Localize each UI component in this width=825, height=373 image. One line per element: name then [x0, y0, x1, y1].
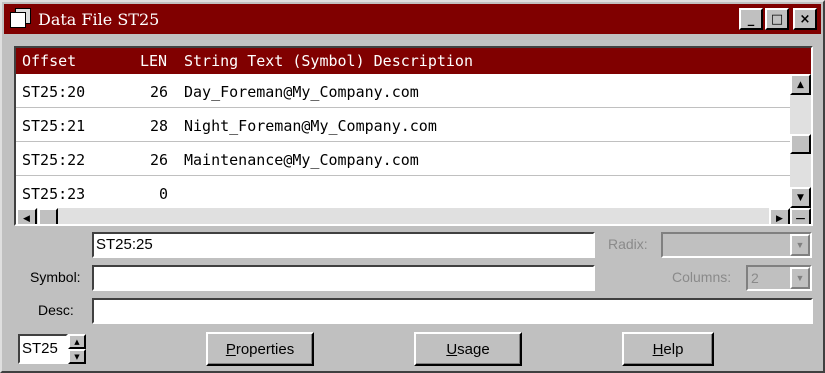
address-field[interactable]: ST25:25: [92, 232, 595, 258]
columns-select: 2 ▼: [746, 265, 812, 291]
arrow-up-icon: ▲: [74, 337, 80, 346]
column-header-string-text[interactable]: String Text (Symbol) Description: [184, 52, 473, 70]
spin-up-button[interactable]: ▲: [68, 334, 86, 349]
maximize-icon: □: [770, 11, 784, 27]
spin-down-button[interactable]: ▼: [68, 349, 86, 364]
properties-button[interactable]: Properties: [206, 332, 314, 366]
symbol-label: Symbol:: [30, 269, 81, 285]
close-button[interactable]: ×: [793, 8, 817, 30]
close-icon: ×: [799, 11, 811, 27]
columns-value: 2: [751, 270, 759, 286]
minimize-icon: _: [747, 11, 755, 27]
minus-icon: −: [794, 210, 807, 226]
vertical-scroll-thumb[interactable]: [790, 134, 811, 154]
columns-dropdown-button: ▼: [790, 267, 810, 289]
arrow-down-icon: ▼: [74, 352, 80, 361]
data-file-window: Data File ST25 _ □ × Offset LEN String T…: [0, 0, 825, 373]
data-grid[interactable]: Offset LEN String Text (Symbol) Descript…: [14, 46, 813, 226]
title-bar[interactable]: Data File ST25 _ □ ×: [4, 4, 821, 34]
row-len: 26: [149, 83, 168, 101]
grid-header: Offset LEN String Text (Symbol) Descript…: [16, 48, 811, 74]
scroll-right-button[interactable]: ▶: [769, 208, 790, 224]
table-row[interactable]: ST25:20 26 Day_Foreman@My_Company.com: [16, 74, 790, 108]
symbol-field[interactable]: [92, 265, 595, 291]
file-number-field[interactable]: ST25: [18, 334, 68, 364]
row-len: 26: [149, 151, 168, 169]
file-spinner[interactable]: ▲ ▼: [68, 334, 86, 364]
radix-select: ▼: [661, 232, 812, 258]
chevron-down-icon: ▼: [795, 240, 805, 250]
table-row[interactable]: ST25:23 0: [16, 176, 790, 208]
scroll-left-button[interactable]: ◀: [16, 208, 37, 224]
desc-field[interactable]: [92, 298, 813, 324]
split-view-button[interactable]: −: [790, 208, 811, 226]
chevron-down-icon: ▼: [795, 273, 805, 283]
scroll-up-button[interactable]: ▲: [790, 74, 811, 95]
radix-label: Radix:: [608, 236, 648, 252]
row-offset: ST25:22: [22, 151, 86, 169]
row-offset: ST25:21: [22, 117, 86, 135]
horizontal-scroll-thumb[interactable]: [38, 208, 58, 224]
properties-hotkey: P: [225, 340, 236, 358]
maximize-button[interactable]: □: [765, 8, 789, 30]
row-len: 28: [149, 117, 168, 135]
minimize-button[interactable]: _: [739, 8, 763, 30]
usage-label: sage: [457, 340, 490, 358]
window-title: Data File ST25: [38, 9, 160, 29]
arrow-down-icon: ▼: [797, 192, 804, 203]
help-button[interactable]: Help: [622, 332, 714, 366]
columns-label: Columns:: [672, 269, 732, 285]
scroll-down-button[interactable]: ▼: [790, 187, 811, 208]
desc-label: Desc:: [38, 302, 74, 318]
row-offset: ST25:23: [22, 185, 86, 203]
row-string-text[interactable]: Day_Foreman@My_Company.com: [184, 83, 419, 101]
column-header-offset[interactable]: Offset: [22, 52, 76, 70]
help-hotkey: H: [652, 340, 664, 358]
usage-hotkey: U: [446, 340, 458, 358]
help-label: elp: [663, 340, 684, 358]
arrow-up-icon: ▲: [797, 79, 804, 90]
row-string-text[interactable]: Maintenance@My_Company.com: [184, 151, 419, 169]
vertical-scrollbar[interactable]: ▲ ▼: [790, 74, 811, 208]
grid-rows: ST25:20 26 Day_Foreman@My_Company.com ST…: [16, 74, 790, 208]
table-row[interactable]: ST25:22 26 Maintenance@My_Company.com: [16, 142, 790, 176]
table-row[interactable]: ST25:21 28 Night_Foreman@My_Company.com: [16, 108, 790, 142]
arrow-right-icon: ▶: [776, 213, 783, 224]
row-len: 0: [158, 185, 168, 203]
arrow-left-icon: ◀: [23, 213, 30, 224]
radix-dropdown-button: ▼: [790, 234, 810, 256]
row-string-text[interactable]: Night_Foreman@My_Company.com: [184, 117, 437, 135]
data-file-icon: [10, 8, 32, 30]
horizontal-scrollbar[interactable]: ◀ ▶: [16, 208, 790, 224]
column-header-len[interactable]: LEN: [140, 52, 167, 70]
usage-button[interactable]: Usage: [414, 332, 522, 366]
row-offset: ST25:20: [22, 83, 86, 101]
properties-label: roperties: [235, 340, 295, 358]
